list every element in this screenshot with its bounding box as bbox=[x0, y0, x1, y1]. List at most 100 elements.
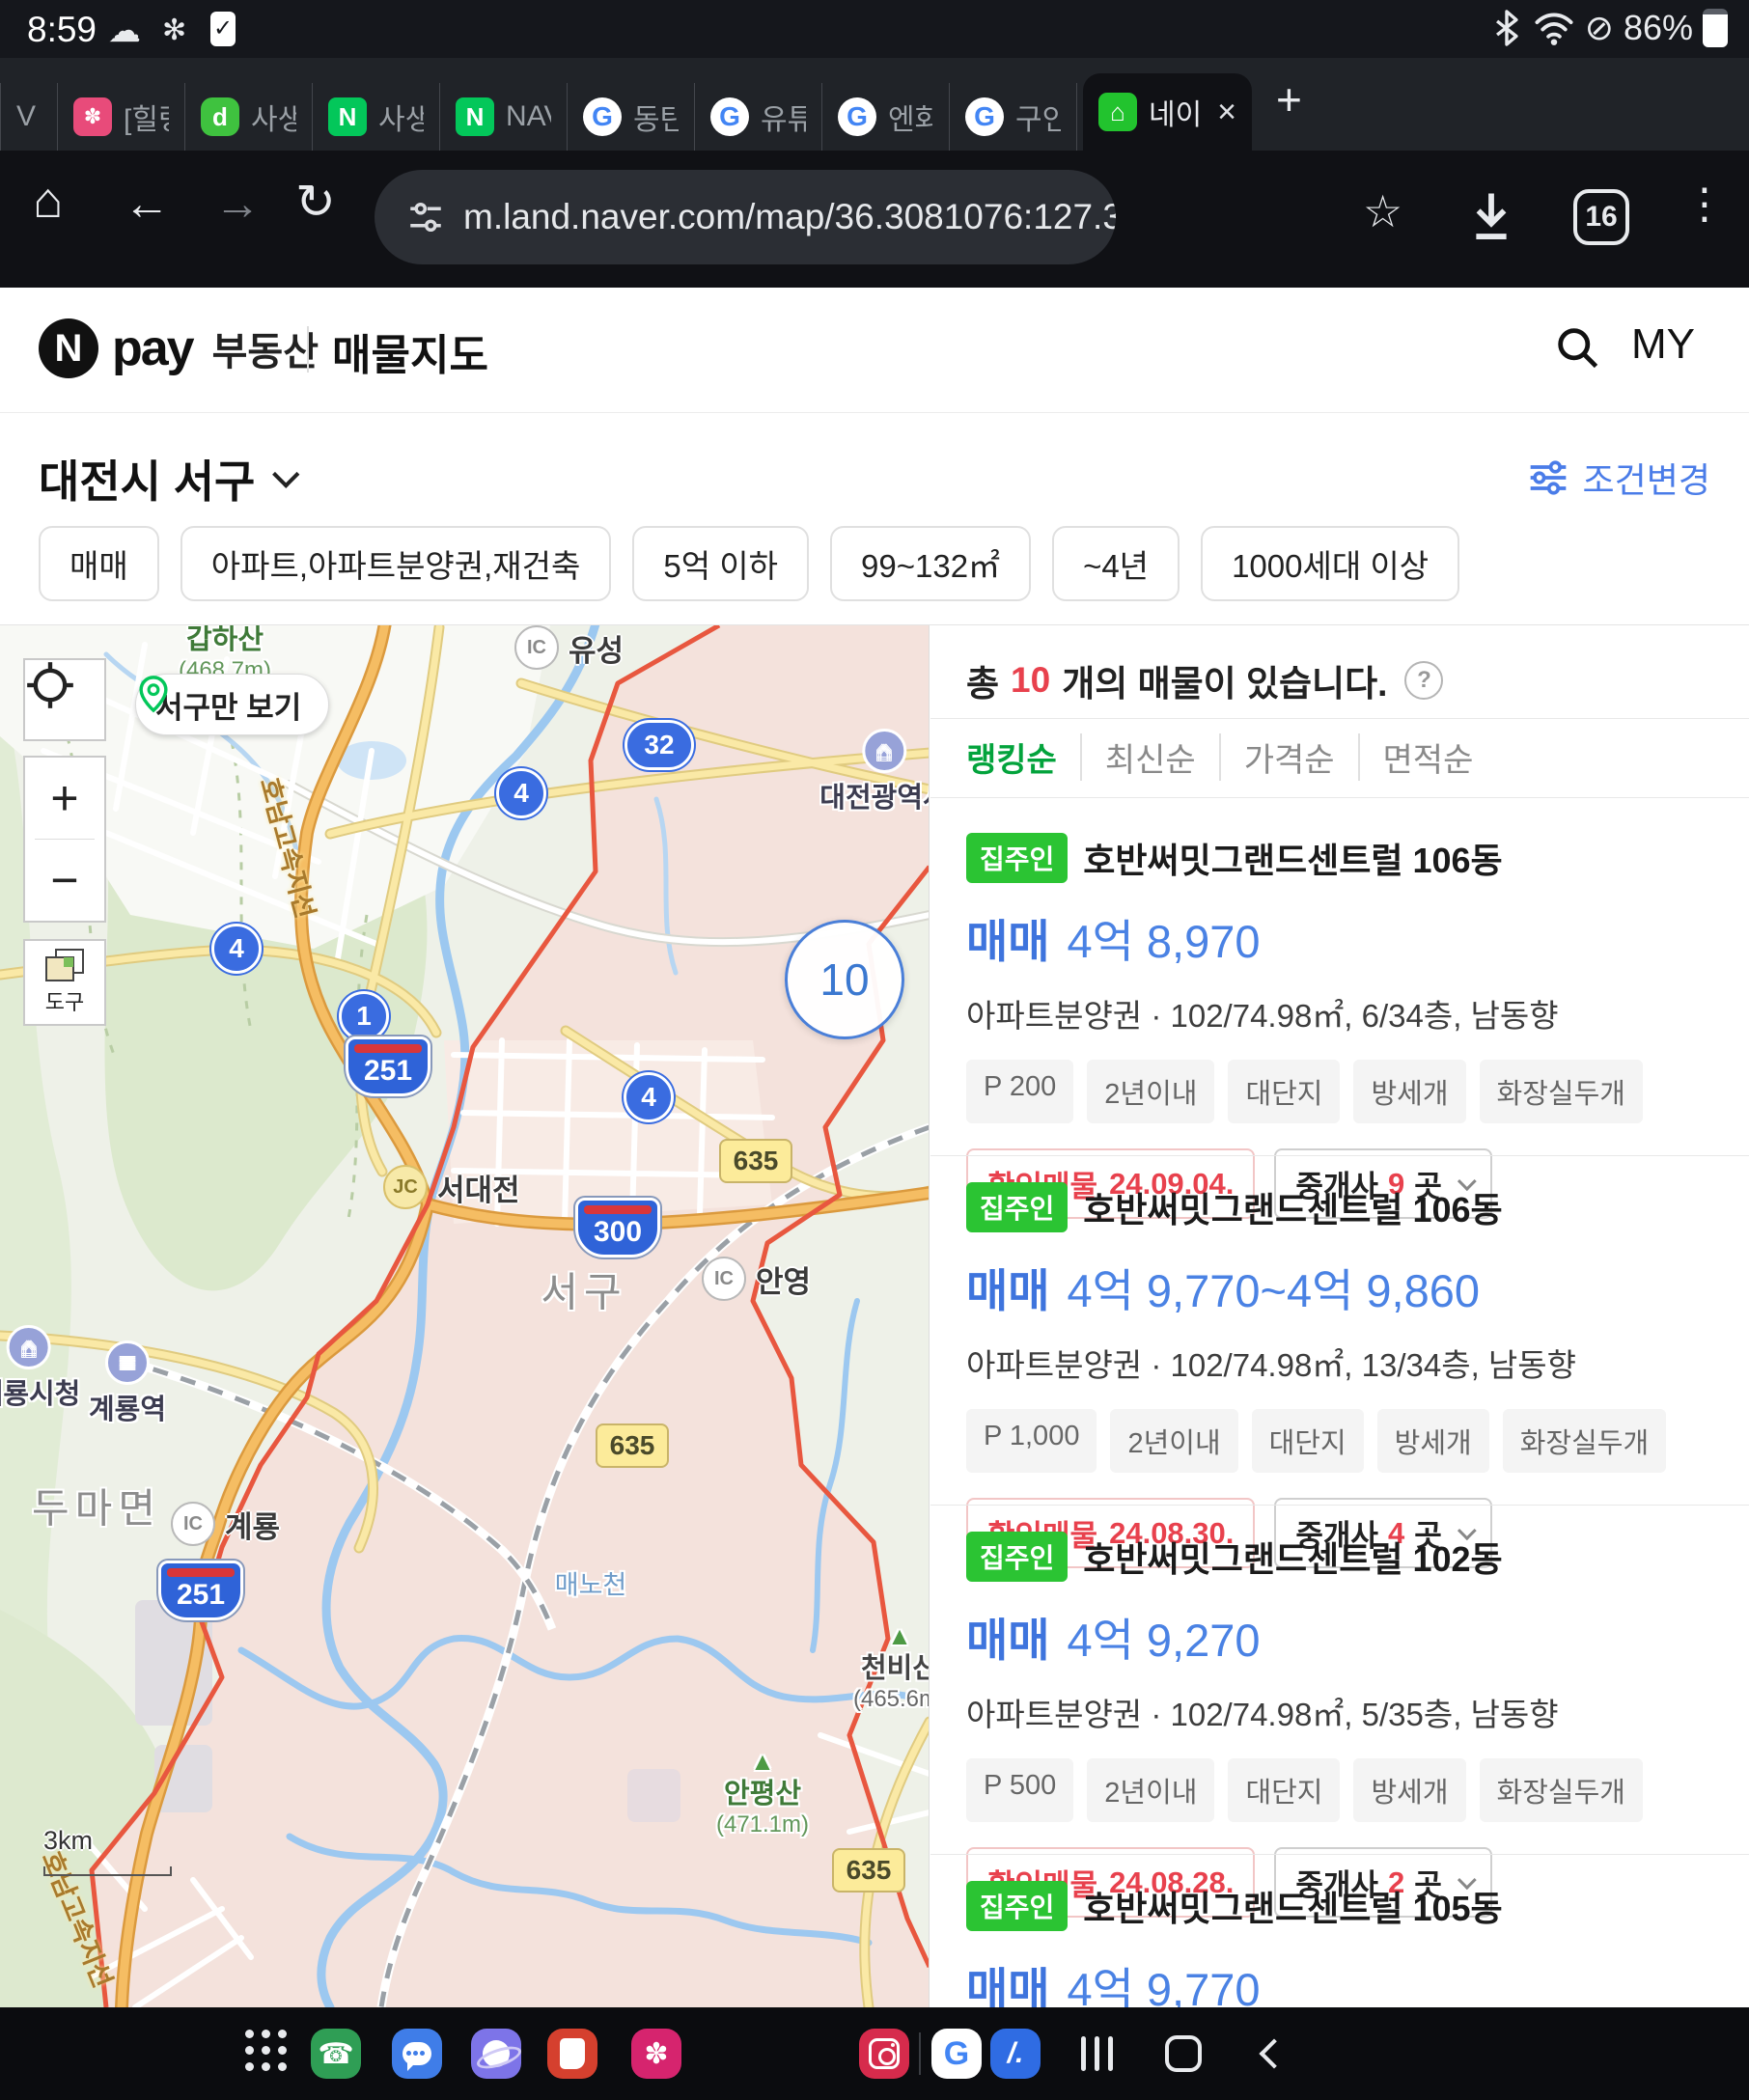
map-canvas[interactable]: 144432251251300635635635IC유성JC서대전IC안영IC계… bbox=[0, 625, 930, 2007]
place-label: ⌂대전광역시 bbox=[819, 729, 930, 815]
route-shield-4: 4 bbox=[211, 924, 262, 974]
forward-button[interactable]: → bbox=[214, 178, 261, 231]
address-bar[interactable]: m.land.naver.com/map/36.3081076:127.3824 bbox=[375, 170, 1116, 264]
ads-app[interactable]: /. bbox=[990, 2029, 1041, 2079]
screen: 8:59 ☁ ✻ ✓ ⊘ 86% V✽[힐링d사생활N사생활NNAVERG동탄G… bbox=[0, 0, 1749, 2100]
bookmark-star-icon[interactable]: ☆ bbox=[1363, 185, 1402, 237]
bottom-dock: ☎ ✽ G/. bbox=[0, 2007, 1749, 2100]
browser-tab[interactable]: NNAVER bbox=[440, 83, 568, 151]
note-icon bbox=[560, 2038, 585, 2069]
sort-tab[interactable]: 가격순 bbox=[1219, 733, 1358, 781]
browser-tab[interactable]: N사생활 bbox=[313, 83, 440, 151]
route-shield-4: 4 bbox=[624, 1072, 674, 1122]
train-icon: ≡ bbox=[105, 1340, 150, 1385]
back-nav-button[interactable] bbox=[1245, 2007, 1303, 2100]
listing-card[interactable]: 집주인호반써밋그랜드센트럴 105동매매4억 9,770 bbox=[966, 1881, 1729, 2007]
sort-tab[interactable]: 면적순 bbox=[1358, 733, 1497, 781]
pink-favicon: ✽ bbox=[73, 97, 112, 136]
npay-logo[interactable]: N pay 부동산 bbox=[39, 318, 319, 378]
browser-tab[interactable]: ✽ [힐링 bbox=[58, 83, 185, 151]
status-bar: 8:59 ☁ ✻ ✓ ⊘ 86% bbox=[0, 0, 1749, 58]
map-tools-button[interactable]: 도구 bbox=[23, 939, 106, 1026]
listing-tag: 2년이내 bbox=[1087, 1758, 1214, 1822]
tab-label: [힐링 bbox=[124, 96, 169, 138]
site-settings-icon[interactable] bbox=[405, 197, 446, 237]
zoom-in-button[interactable]: + bbox=[23, 758, 106, 839]
gallery-app[interactable]: ✽ bbox=[631, 2029, 681, 2079]
battery-percent: 86% bbox=[1624, 8, 1693, 48]
tab-switcher-button[interactable]: 16 bbox=[1573, 189, 1629, 245]
filter-chip[interactable]: ~4년 bbox=[1052, 526, 1180, 601]
filter-chip[interactable]: 매매 bbox=[39, 526, 159, 601]
district-only-label: 서구만 보기 bbox=[155, 683, 301, 727]
notes-app[interactable] bbox=[547, 2029, 597, 2079]
browser-tab-strip: V ✽ [힐링 d사생활N사생활NNAVERG동탄G유튜브G엔화G구인⌂네이버× bbox=[0, 58, 1749, 151]
sort-tab[interactable]: 랭킹순 bbox=[966, 733, 1080, 781]
download-icon[interactable] bbox=[1465, 189, 1517, 245]
current-location-button[interactable] bbox=[23, 658, 106, 741]
home-button[interactable]: ⌂ bbox=[33, 172, 63, 230]
browser-menu-icon[interactable]: ⋮ bbox=[1683, 180, 1726, 229]
home-nav-button[interactable] bbox=[1154, 2007, 1212, 2100]
google-favicon: G bbox=[583, 97, 622, 136]
owner-badge: 집주인 bbox=[966, 1182, 1068, 1232]
internet-app[interactable] bbox=[471, 2029, 521, 2079]
browser-tab[interactable]: G엔화 bbox=[822, 83, 950, 151]
tab-close-icon[interactable]: × bbox=[1217, 94, 1236, 131]
peak-elevation: (465.6m) bbox=[853, 1686, 930, 1713]
route-shield-251: 251 bbox=[346, 1036, 430, 1096]
google-app[interactable]: G bbox=[931, 2029, 982, 2079]
interchange-name: 서대전 bbox=[437, 1166, 520, 1209]
listing-card[interactable]: 집주인호반써밋그랜드센트럴 106동매매4억 9,770~4억 9,860아파트… bbox=[966, 1182, 1729, 1568]
browser-tab[interactable]: ⌂네이버× bbox=[1083, 73, 1252, 151]
url-text[interactable]: m.land.naver.com/map/36.3081076:127.3824 bbox=[463, 197, 1116, 237]
change-conditions-button[interactable]: 조건변경 bbox=[1527, 453, 1710, 503]
listing-cluster-marker[interactable]: 10 bbox=[785, 920, 904, 1039]
listing-price: 4억 8,970 bbox=[1067, 904, 1260, 971]
browser-tab[interactable]: G구인 bbox=[950, 83, 1077, 151]
recents-button[interactable] bbox=[1068, 2007, 1125, 2100]
camera-app[interactable] bbox=[859, 2029, 909, 2079]
messages-app[interactable] bbox=[392, 2029, 442, 2079]
back-button[interactable]: ← bbox=[124, 178, 170, 231]
zoom-out-button[interactable]: − bbox=[23, 840, 106, 921]
app-drawer[interactable] bbox=[241, 2029, 292, 2079]
listing-tag: 대단지 bbox=[1228, 1060, 1340, 1123]
filter-chip[interactable]: 아파트,아파트분양권,재건축 bbox=[180, 526, 612, 601]
browser-tab[interactable]: G동탄 bbox=[568, 83, 695, 151]
route-shield-251: 251 bbox=[158, 1561, 243, 1620]
my-menu[interactable]: MY bbox=[1631, 320, 1695, 369]
listing-title: 호반써밋그랜드센트럴 105동 bbox=[1083, 1881, 1502, 1931]
listing-card[interactable]: 집주인호반써밋그랜드센트럴 102동매매4억 9,270아파트분양권 · 102… bbox=[966, 1532, 1729, 1918]
battery-icon bbox=[1703, 9, 1728, 47]
listing-card[interactable]: 집주인호반써밋그랜드센트럴 106동매매4억 8,970아파트분양권 · 102… bbox=[966, 833, 1729, 1219]
phone-app[interactable]: ☎ bbox=[311, 2029, 361, 2079]
listing-tag: 화장실두개 bbox=[1480, 1060, 1643, 1123]
filter-sliders-icon bbox=[1527, 456, 1569, 499]
reload-button[interactable]: ↻ bbox=[295, 174, 336, 230]
browser-tab[interactable]: V bbox=[0, 83, 58, 151]
interchange-label: IC유성 bbox=[514, 625, 624, 670]
map-scale-label: 3km bbox=[43, 1826, 93, 1856]
naver-favicon: N bbox=[456, 97, 494, 136]
filter-chip[interactable]: 99~132㎡ bbox=[830, 526, 1031, 601]
google-favicon: G bbox=[710, 97, 749, 136]
wifi-icon bbox=[1533, 9, 1575, 47]
browser-tab[interactable]: G유튜브 bbox=[695, 83, 822, 151]
district-only-toggle[interactable]: 서구만 보기 bbox=[135, 674, 329, 735]
filter-chip[interactable]: 5억 이하 bbox=[632, 526, 809, 601]
search-icon[interactable] bbox=[1552, 322, 1602, 373]
browser-tab[interactable]: d사생활 bbox=[185, 83, 313, 151]
browser-toolbar: ⌂ ← → ↻ m.land.naver.com/map/36.3081076:… bbox=[0, 151, 1749, 288]
filter-chip[interactable]: 1000세대 이상 bbox=[1201, 526, 1459, 601]
help-icon[interactable]: ? bbox=[1404, 661, 1443, 700]
summary-count: 10 bbox=[1011, 660, 1050, 701]
route-shield-635: 635 bbox=[719, 1139, 792, 1183]
region-selector[interactable]: 대전시 서구 bbox=[39, 447, 292, 511]
naver-n-icon: N bbox=[39, 318, 98, 378]
chat-bubble-icon bbox=[403, 2042, 431, 2065]
new-tab-button[interactable]: + bbox=[1276, 73, 1302, 125]
sort-tabs: 랭킹순최신순가격순면적순 bbox=[966, 733, 1496, 781]
sort-tab[interactable]: 최신순 bbox=[1080, 733, 1219, 781]
listing-divider bbox=[930, 1505, 1749, 1506]
